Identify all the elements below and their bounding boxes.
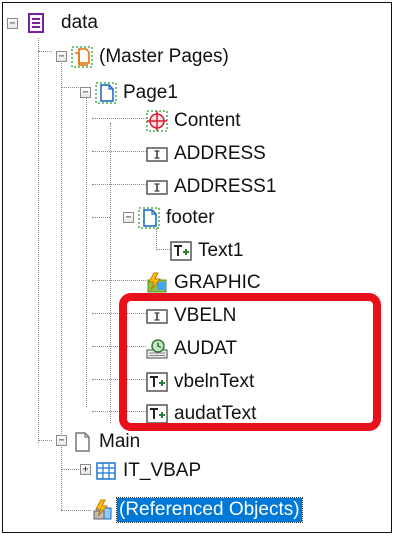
node-label: footer xyxy=(166,207,215,228)
address-icon xyxy=(146,143,168,165)
node-label: (Referenced Objects) xyxy=(116,497,303,523)
referenced-objects-icon xyxy=(91,499,113,521)
collapse-page1-button[interactable]: − xyxy=(80,87,91,98)
window-crosshair-icon xyxy=(146,110,168,132)
tree-line xyxy=(92,151,146,152)
collapse-data-button[interactable]: − xyxy=(7,18,18,29)
node-label: (Master Pages) xyxy=(99,46,229,67)
highlight-box xyxy=(119,293,381,431)
node-label: Main xyxy=(99,431,141,452)
tree-line xyxy=(110,123,111,423)
node-label: ADDRESS1 xyxy=(174,176,277,197)
tree-node-it-vbap[interactable]: IT_VBAP xyxy=(95,456,201,486)
node-label: ADDRESS xyxy=(174,143,266,164)
table-icon xyxy=(95,460,117,482)
node-label: data xyxy=(61,12,98,33)
tree-line xyxy=(92,184,146,185)
collapse-footer-button[interactable]: − xyxy=(123,212,134,223)
tree-panel: − − − − − + data (Master Pages) Page1 Co… xyxy=(2,2,392,533)
tree-node-text1[interactable]: Text1 xyxy=(170,236,243,266)
tree-node-main[interactable]: Main xyxy=(71,427,140,457)
tree-line xyxy=(61,87,81,88)
tree-line xyxy=(156,249,170,250)
node-label: IT_VBAP xyxy=(123,460,202,481)
node-label: GRAPHIC xyxy=(174,272,261,293)
node-label: Page1 xyxy=(123,82,178,103)
tree-node-address[interactable]: ADDRESS xyxy=(146,139,266,169)
address-icon xyxy=(146,176,168,198)
tree-line xyxy=(92,118,146,119)
node-label: Content xyxy=(174,110,241,131)
tree-line xyxy=(61,510,91,511)
text-icon xyxy=(170,240,192,262)
page-icon xyxy=(95,82,117,104)
data-node-icon xyxy=(25,12,47,34)
tree-node-data[interactable]: data xyxy=(25,8,98,38)
node-label: Text1 xyxy=(198,240,244,261)
tree-node-footer[interactable]: footer xyxy=(138,203,215,233)
tree-node-master-pages[interactable]: (Master Pages) xyxy=(71,42,229,72)
master-pages-icon xyxy=(71,46,93,68)
tree-node-page1[interactable]: Page1 xyxy=(95,78,178,108)
graphic-icon xyxy=(146,272,168,294)
window-icon xyxy=(138,207,160,229)
collapse-master-pages-button[interactable]: − xyxy=(56,51,67,62)
tree-line xyxy=(38,38,39,443)
tree-line xyxy=(92,217,110,218)
tree-line xyxy=(38,51,52,52)
collapse-main-button[interactable]: − xyxy=(56,435,67,446)
main-window-icon xyxy=(71,431,93,453)
tree-node-content[interactable]: Content xyxy=(146,106,241,136)
tree-line xyxy=(86,96,87,407)
expand-it-vbap-button[interactable]: + xyxy=(80,464,91,475)
tree-line xyxy=(92,280,146,281)
tree-node-referenced-objects[interactable]: (Referenced Objects) xyxy=(91,495,303,525)
tree-node-address1[interactable]: ADDRESS1 xyxy=(146,172,276,202)
tree-line xyxy=(38,440,52,441)
tree-line xyxy=(61,469,81,470)
